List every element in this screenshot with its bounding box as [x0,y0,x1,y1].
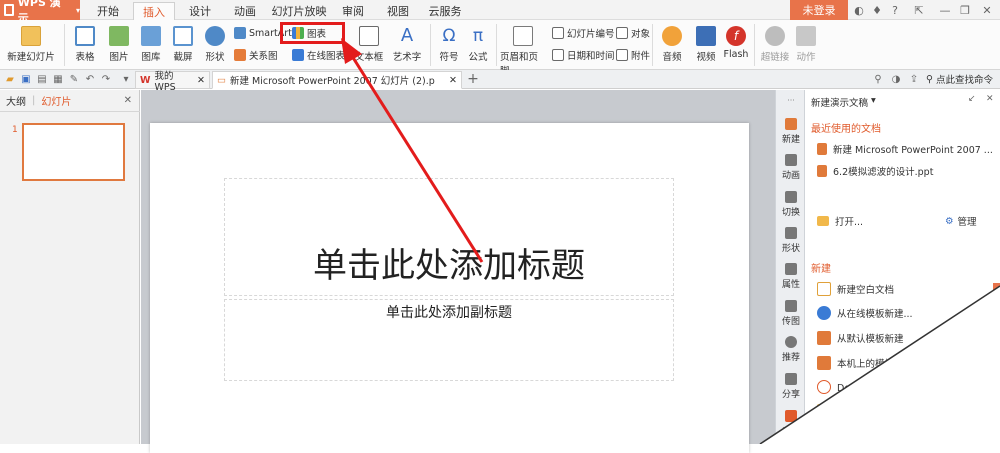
annotation-overlay [341,38,1000,444]
arrow-head-icon [341,38,362,64]
red-arrow-icon [350,55,484,263]
